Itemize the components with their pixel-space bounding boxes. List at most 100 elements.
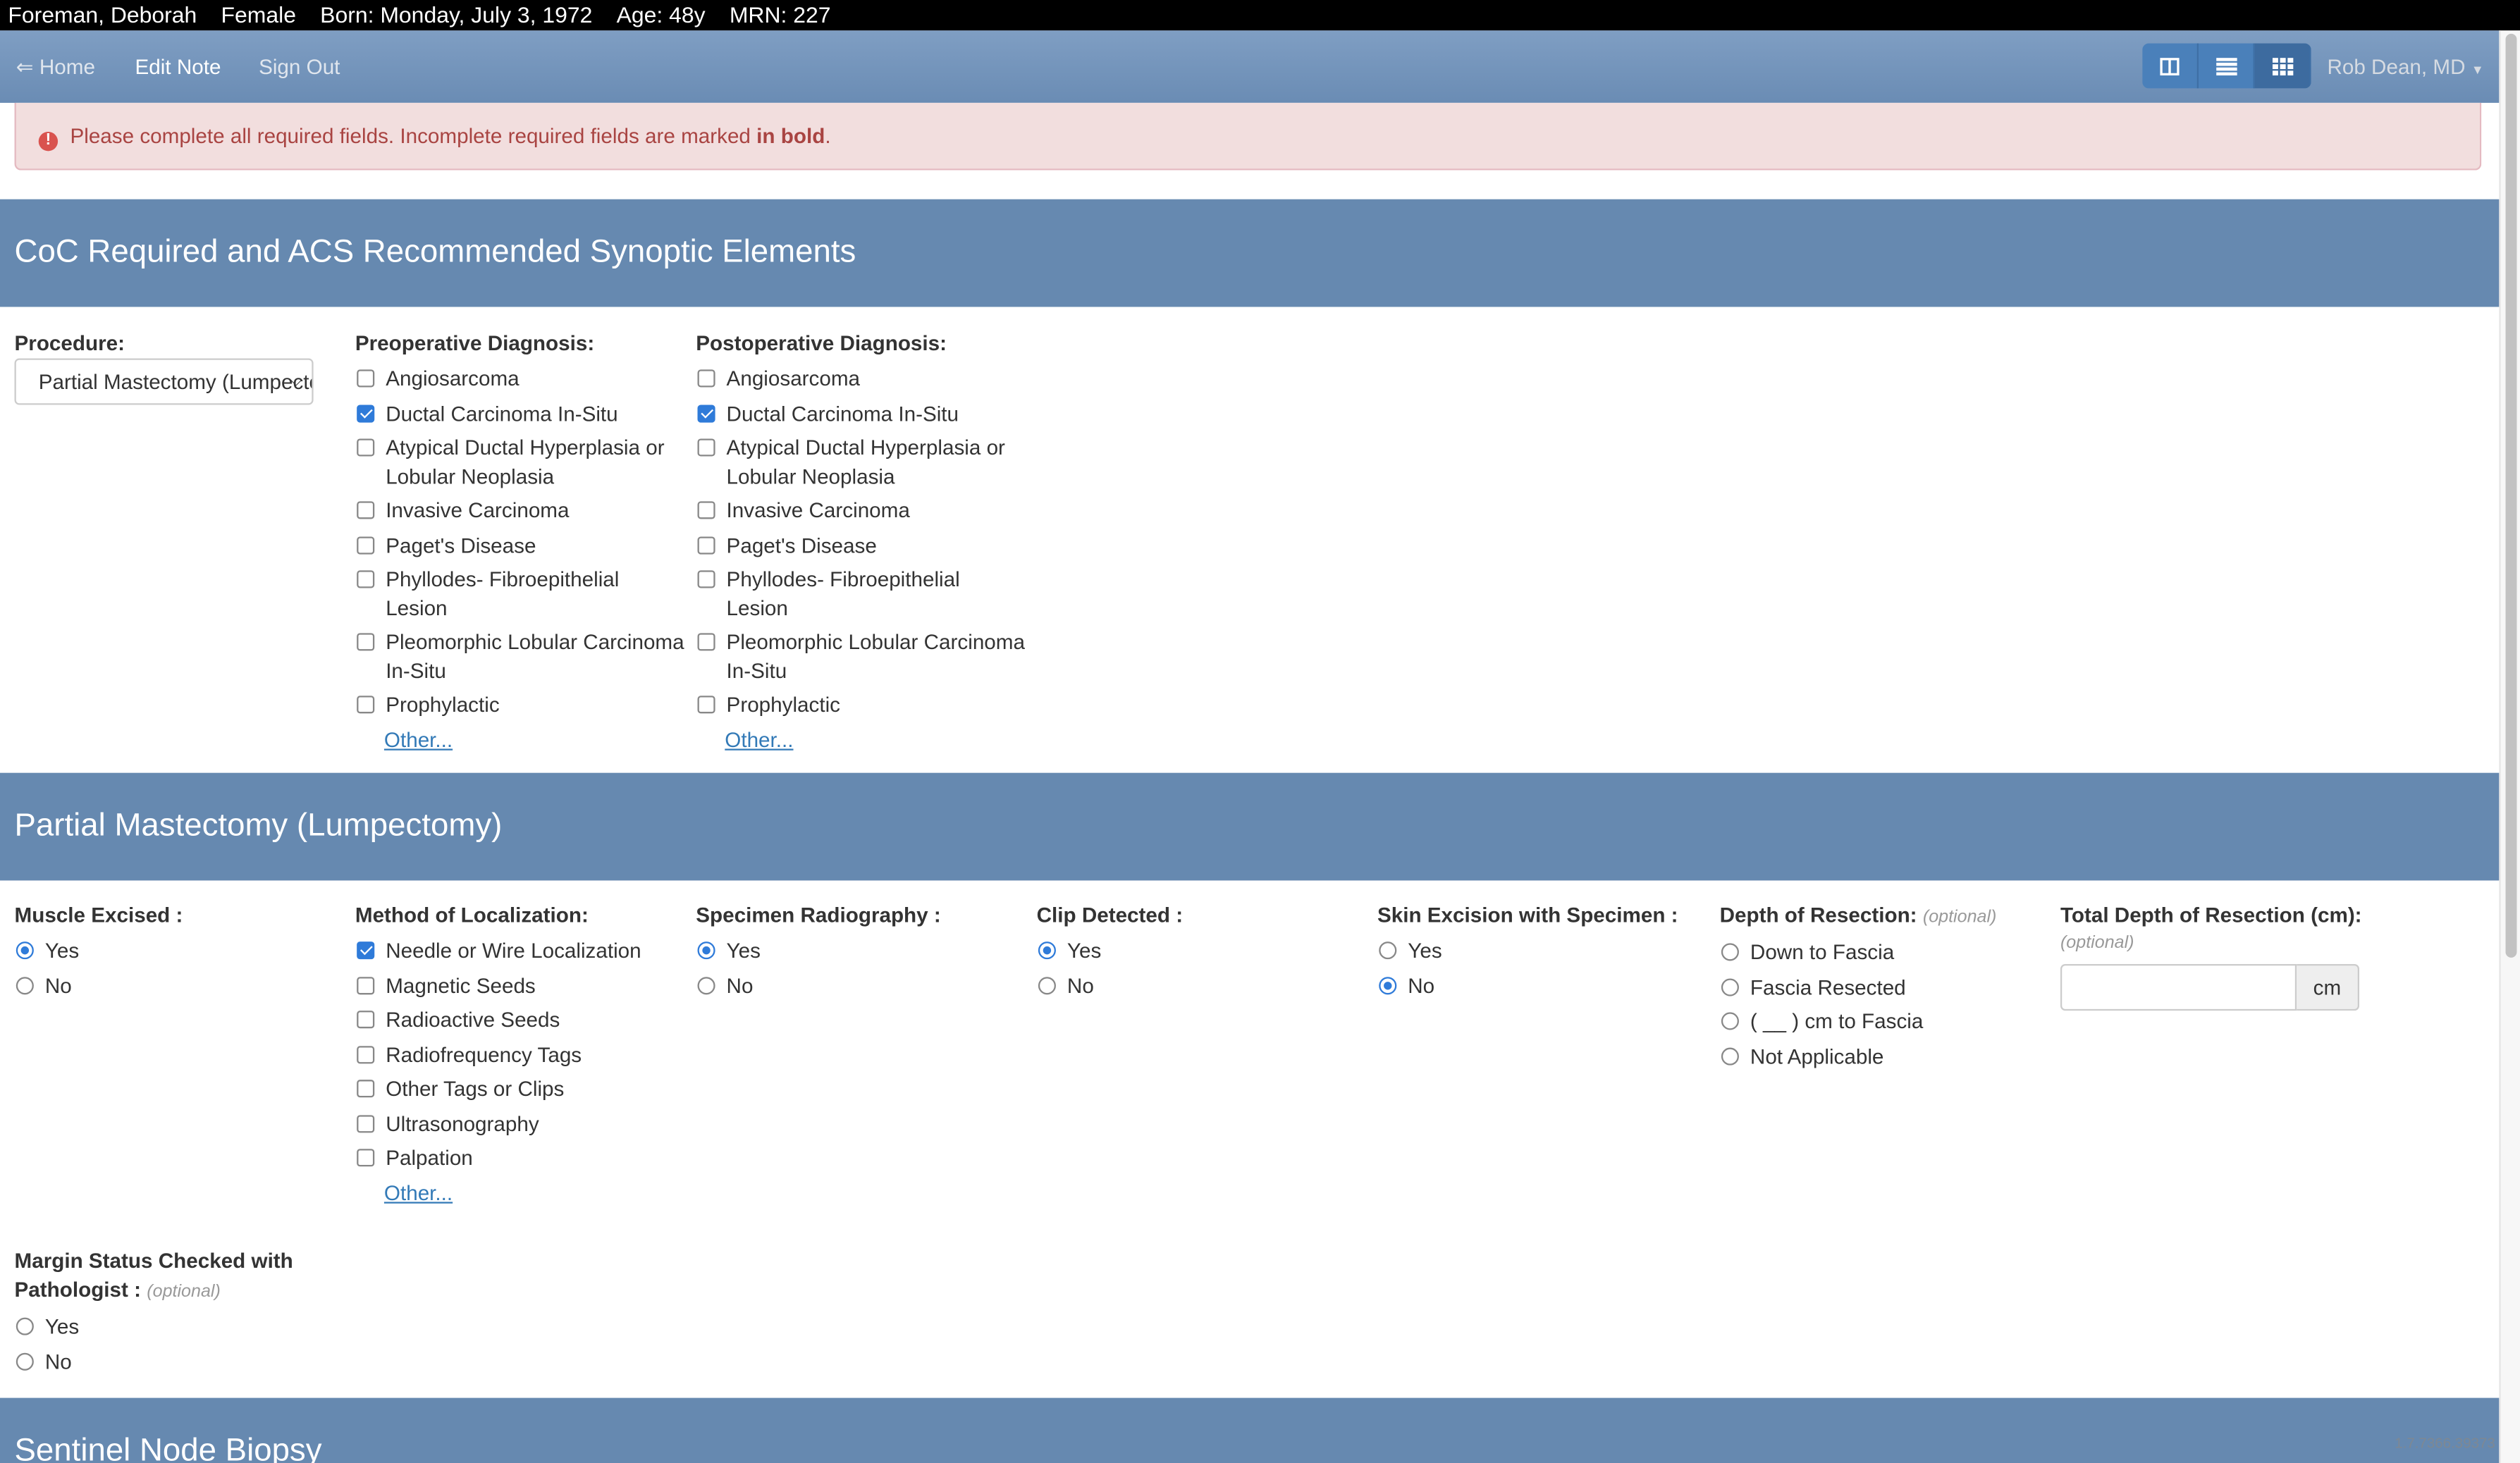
checkbox-input[interactable] — [697, 633, 715, 651]
checkbox-input[interactable] — [357, 976, 375, 994]
checkbox-option[interactable]: Needle or Wire Localization — [355, 937, 684, 965]
checkbox-input[interactable] — [357, 501, 375, 519]
two-column-view-button[interactable] — [2142, 43, 2199, 89]
checkbox-input[interactable] — [697, 438, 715, 457]
other-link[interactable]: Other... — [384, 725, 684, 753]
radio-input[interactable] — [16, 976, 34, 994]
checkbox-input[interactable] — [357, 633, 375, 651]
checkbox-input[interactable] — [357, 369, 375, 388]
checkbox-option[interactable]: Angiosarcoma — [696, 365, 1025, 393]
radio-option[interactable]: ( __ ) cm to Fascia — [1720, 1008, 2049, 1036]
checkbox-option[interactable]: Other Tags or Clips — [355, 1075, 684, 1103]
checkbox-input[interactable] — [697, 404, 715, 422]
checkbox-input[interactable] — [357, 536, 375, 554]
user-name: Rob Dean, MD — [2327, 54, 2466, 79]
checkbox-option[interactable]: Ductal Carcinoma In-Situ — [355, 400, 684, 428]
radio-option[interactable]: No — [1037, 971, 1366, 999]
field-label: Postoperative Diagnosis: — [696, 329, 1025, 358]
checkbox-input[interactable] — [697, 501, 715, 519]
checkbox-option[interactable]: Palpation — [355, 1144, 684, 1172]
page: Foreman, Deborah Female Born: Monday, July… — [0, 0, 2520, 1463]
checkbox-option[interactable]: Prophylactic — [355, 691, 684, 719]
radio-input[interactable] — [1379, 942, 1397, 960]
checkbox-option[interactable]: Paget's Disease — [696, 531, 1025, 560]
checkbox-input[interactable] — [697, 696, 715, 714]
radio-option[interactable]: Yes — [696, 937, 1025, 965]
list-view-button[interactable] — [2199, 43, 2255, 89]
field-label: Total Depth of Resection (cm): — [2060, 901, 2390, 930]
other-link[interactable]: Other... — [725, 725, 1025, 753]
radio-input[interactable] — [1721, 1047, 1739, 1065]
checkbox-input[interactable] — [357, 1114, 375, 1132]
checkbox-input[interactable] — [357, 696, 375, 714]
checkbox-input[interactable] — [697, 369, 715, 388]
scrollbar[interactable] — [2499, 30, 2520, 1463]
checkbox-option[interactable]: Paget's Disease — [355, 531, 684, 560]
radio-input[interactable] — [1721, 977, 1739, 996]
checkbox-option[interactable]: Pleomorphic Lobular Carcinoma In-Situ — [355, 628, 684, 684]
radio-option[interactable]: Not Applicable — [1720, 1042, 2049, 1070]
field-label: Method of Localization: — [355, 901, 684, 930]
edit-note-link[interactable]: Edit Note — [135, 55, 221, 79]
option-label: Prophylactic — [726, 692, 841, 717]
checkbox-input[interactable] — [697, 536, 715, 554]
checkbox-input[interactable] — [697, 570, 715, 588]
form-field: Total Depth of Resection (cm): (optional) — [2060, 901, 2390, 953]
radio-option[interactable]: No — [1377, 971, 1707, 999]
checkbox-option[interactable]: Radiofrequency Tags — [355, 1040, 684, 1068]
radio-option[interactable]: Yes — [15, 937, 344, 965]
checkbox-option[interactable]: Invasive Carcinoma — [696, 497, 1025, 525]
user-menu[interactable]: Rob Dean, MD ▼ — [2327, 55, 2483, 79]
option-label: Yes — [1067, 938, 1102, 963]
sign-out-link[interactable]: Sign Out — [259, 55, 340, 79]
checkbox-option[interactable]: Prophylactic — [696, 691, 1025, 719]
checkbox-option[interactable]: Radioactive Seeds — [355, 1006, 684, 1034]
radio-option[interactable]: Yes — [1037, 937, 1366, 965]
radio-option[interactable]: No — [15, 971, 344, 999]
radio-input[interactable] — [697, 976, 715, 994]
form-field: Depth of Resection: (optional) Down to Fa… — [1720, 901, 2049, 1070]
radio-option[interactable]: No — [15, 1347, 304, 1376]
checkbox-option[interactable]: Atypical Ductal Hyperplasia or Lobular N… — [355, 434, 684, 490]
checkbox-input[interactable] — [357, 1011, 375, 1029]
radio-input[interactable] — [1038, 942, 1056, 960]
radio-option[interactable]: No — [696, 971, 1025, 999]
radio-input[interactable] — [1721, 1012, 1739, 1030]
checkbox-input[interactable] — [357, 1149, 375, 1167]
checkbox-input[interactable] — [357, 570, 375, 588]
procedure-select[interactable]: Partial Mastectomy (Lumpectomy)⌵ — [14, 358, 314, 405]
grid-view-button[interactable] — [2254, 43, 2311, 89]
home-link[interactable]: ⇐ Home — [16, 55, 95, 80]
radio-input[interactable] — [16, 1317, 34, 1335]
checkbox-option[interactable]: Phyllodes- Fibroepithelial Lesion — [696, 566, 1025, 622]
checkbox-option[interactable]: Magnetic Seeds — [355, 971, 684, 999]
radio-option[interactable]: Yes — [1377, 937, 1707, 965]
checkbox-input[interactable] — [357, 942, 375, 960]
checkbox-option[interactable]: Ultrasonography — [355, 1109, 684, 1137]
radio-option[interactable]: Down to Fascia — [1720, 939, 2049, 967]
radio-option[interactable]: Fascia Resected — [1720, 973, 2049, 1001]
checkbox-option[interactable]: Atypical Ductal Hyperplasia or Lobular N… — [696, 434, 1025, 490]
radio-input[interactable] — [1721, 943, 1739, 961]
checkbox-option[interactable]: Ductal Carcinoma In-Situ — [696, 400, 1025, 428]
scrollbar-thumb[interactable] — [2505, 33, 2517, 958]
radio-input[interactable] — [1038, 976, 1056, 994]
radio-input[interactable] — [697, 942, 715, 960]
radio-input[interactable] — [16, 942, 34, 960]
checkbox-option[interactable]: Angiosarcoma — [355, 365, 684, 393]
other-link[interactable]: Other... — [384, 1178, 684, 1206]
checkbox-input[interactable] — [357, 438, 375, 457]
total-depth-input[interactable] — [2060, 964, 2297, 1011]
checkbox-option[interactable]: Phyllodes- Fibroepithelial Lesion — [355, 566, 684, 622]
checkbox-input[interactable] — [357, 1045, 375, 1063]
checkbox-input[interactable] — [357, 1080, 375, 1098]
checkbox-option[interactable]: Invasive Carcinoma — [355, 497, 684, 525]
option-label: No — [44, 973, 72, 997]
checkbox-input[interactable] — [357, 404, 375, 422]
radio-input[interactable] — [16, 1352, 34, 1370]
checkbox-option[interactable]: Pleomorphic Lobular Carcinoma In-Situ — [696, 628, 1025, 684]
option-label: ( __ ) cm to Fascia — [1750, 1008, 1924, 1034]
radio-input[interactable] — [1379, 976, 1397, 994]
optional-tag: (optional) — [2060, 933, 2134, 953]
radio-option[interactable]: Yes — [15, 1313, 304, 1341]
